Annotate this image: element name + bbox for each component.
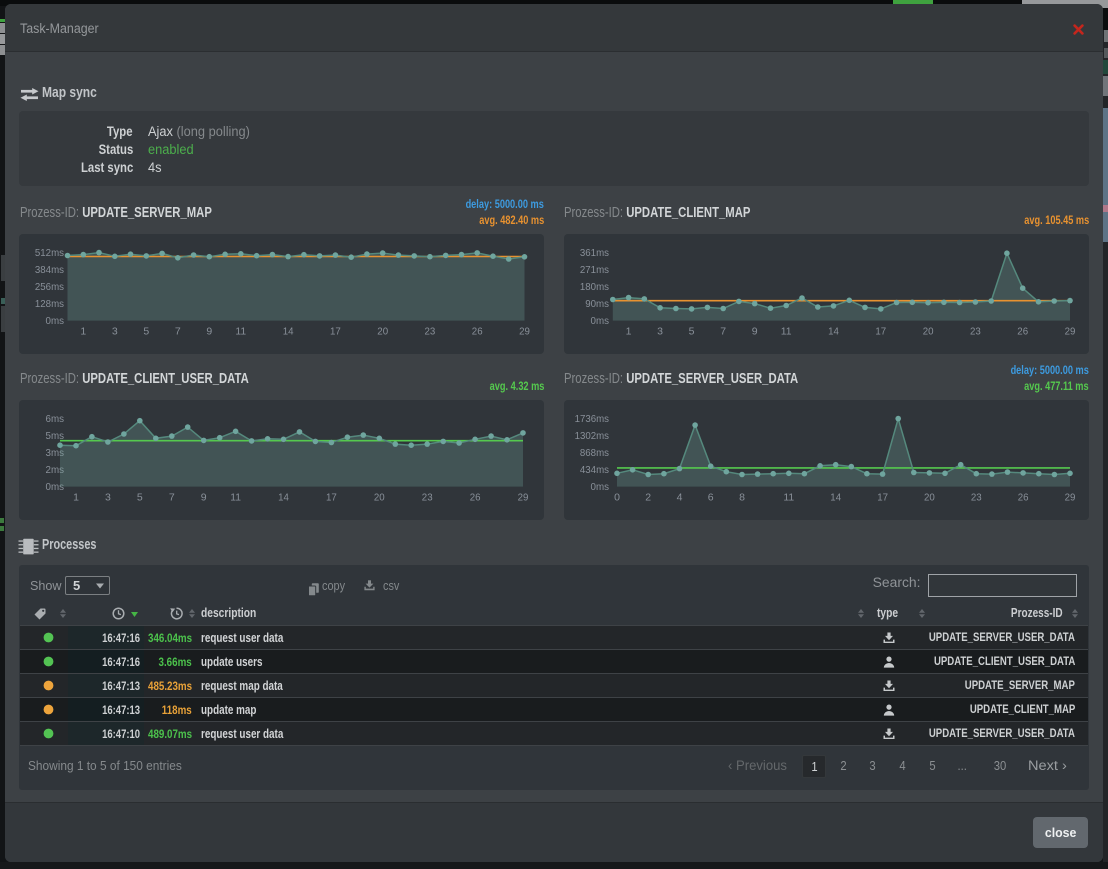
svg-text:7: 7: [169, 492, 175, 504]
svg-text:434ms: 434ms: [580, 464, 609, 476]
svg-text:1736ms: 1736ms: [575, 413, 609, 425]
svg-text:1: 1: [626, 326, 632, 338]
svg-text:23: 23: [425, 326, 436, 338]
svg-text:9: 9: [201, 492, 207, 504]
svg-text:29: 29: [1065, 492, 1076, 504]
svg-text:26: 26: [1018, 492, 1029, 504]
svg-text:26: 26: [472, 326, 483, 338]
svg-text:17: 17: [875, 326, 886, 338]
svg-text:14: 14: [828, 326, 839, 338]
svg-text:180ms: 180ms: [580, 281, 609, 293]
svg-text:0ms: 0ms: [591, 315, 610, 327]
svg-text:9: 9: [206, 326, 212, 338]
svg-text:361ms: 361ms: [580, 247, 609, 259]
svg-text:90ms: 90ms: [585, 298, 609, 310]
svg-text:0ms: 0ms: [591, 481, 610, 493]
svg-text:11: 11: [235, 326, 246, 338]
svg-text:7: 7: [175, 326, 181, 338]
svg-text:23: 23: [971, 492, 982, 504]
svg-text:29: 29: [1065, 326, 1076, 338]
svg-text:868ms: 868ms: [580, 447, 609, 459]
svg-text:6: 6: [708, 492, 714, 504]
svg-text:29: 29: [519, 326, 530, 338]
svg-text:23: 23: [422, 492, 433, 504]
svg-text:11: 11: [781, 326, 792, 338]
svg-text:5: 5: [143, 326, 149, 338]
svg-text:5: 5: [689, 326, 695, 338]
svg-text:26: 26: [1017, 326, 1028, 338]
svg-text:1: 1: [80, 326, 86, 338]
svg-text:512ms: 512ms: [35, 247, 64, 259]
svg-text:14: 14: [830, 492, 841, 504]
svg-text:14: 14: [283, 326, 294, 338]
svg-text:9: 9: [752, 326, 758, 338]
svg-text:11: 11: [230, 492, 241, 504]
svg-text:7: 7: [720, 326, 726, 338]
svg-text:256ms: 256ms: [35, 281, 64, 293]
svg-text:17: 17: [330, 326, 341, 338]
svg-text:17: 17: [877, 492, 888, 504]
svg-text:1302ms: 1302ms: [575, 430, 609, 442]
svg-text:20: 20: [377, 326, 388, 338]
svg-text:14: 14: [278, 492, 289, 504]
svg-text:11: 11: [783, 492, 794, 504]
svg-text:5: 5: [137, 492, 143, 504]
svg-text:23: 23: [970, 326, 981, 338]
svg-text:20: 20: [924, 492, 935, 504]
svg-text:20: 20: [374, 492, 385, 504]
svg-text:29: 29: [518, 492, 529, 504]
svg-text:4: 4: [677, 492, 683, 504]
svg-text:3: 3: [657, 326, 663, 338]
svg-text:6ms: 6ms: [46, 413, 65, 425]
svg-text:1: 1: [73, 492, 79, 504]
svg-text:17: 17: [326, 492, 337, 504]
svg-text:384ms: 384ms: [35, 264, 64, 276]
svg-text:0ms: 0ms: [46, 315, 65, 327]
svg-text:3: 3: [105, 492, 111, 504]
svg-text:271ms: 271ms: [580, 264, 609, 276]
svg-text:3: 3: [112, 326, 118, 338]
svg-text:8: 8: [739, 492, 745, 504]
svg-text:26: 26: [470, 492, 481, 504]
svg-text:128ms: 128ms: [35, 298, 64, 310]
svg-text:0: 0: [614, 492, 620, 504]
svg-text:2: 2: [645, 492, 651, 504]
svg-text:20: 20: [923, 326, 934, 338]
